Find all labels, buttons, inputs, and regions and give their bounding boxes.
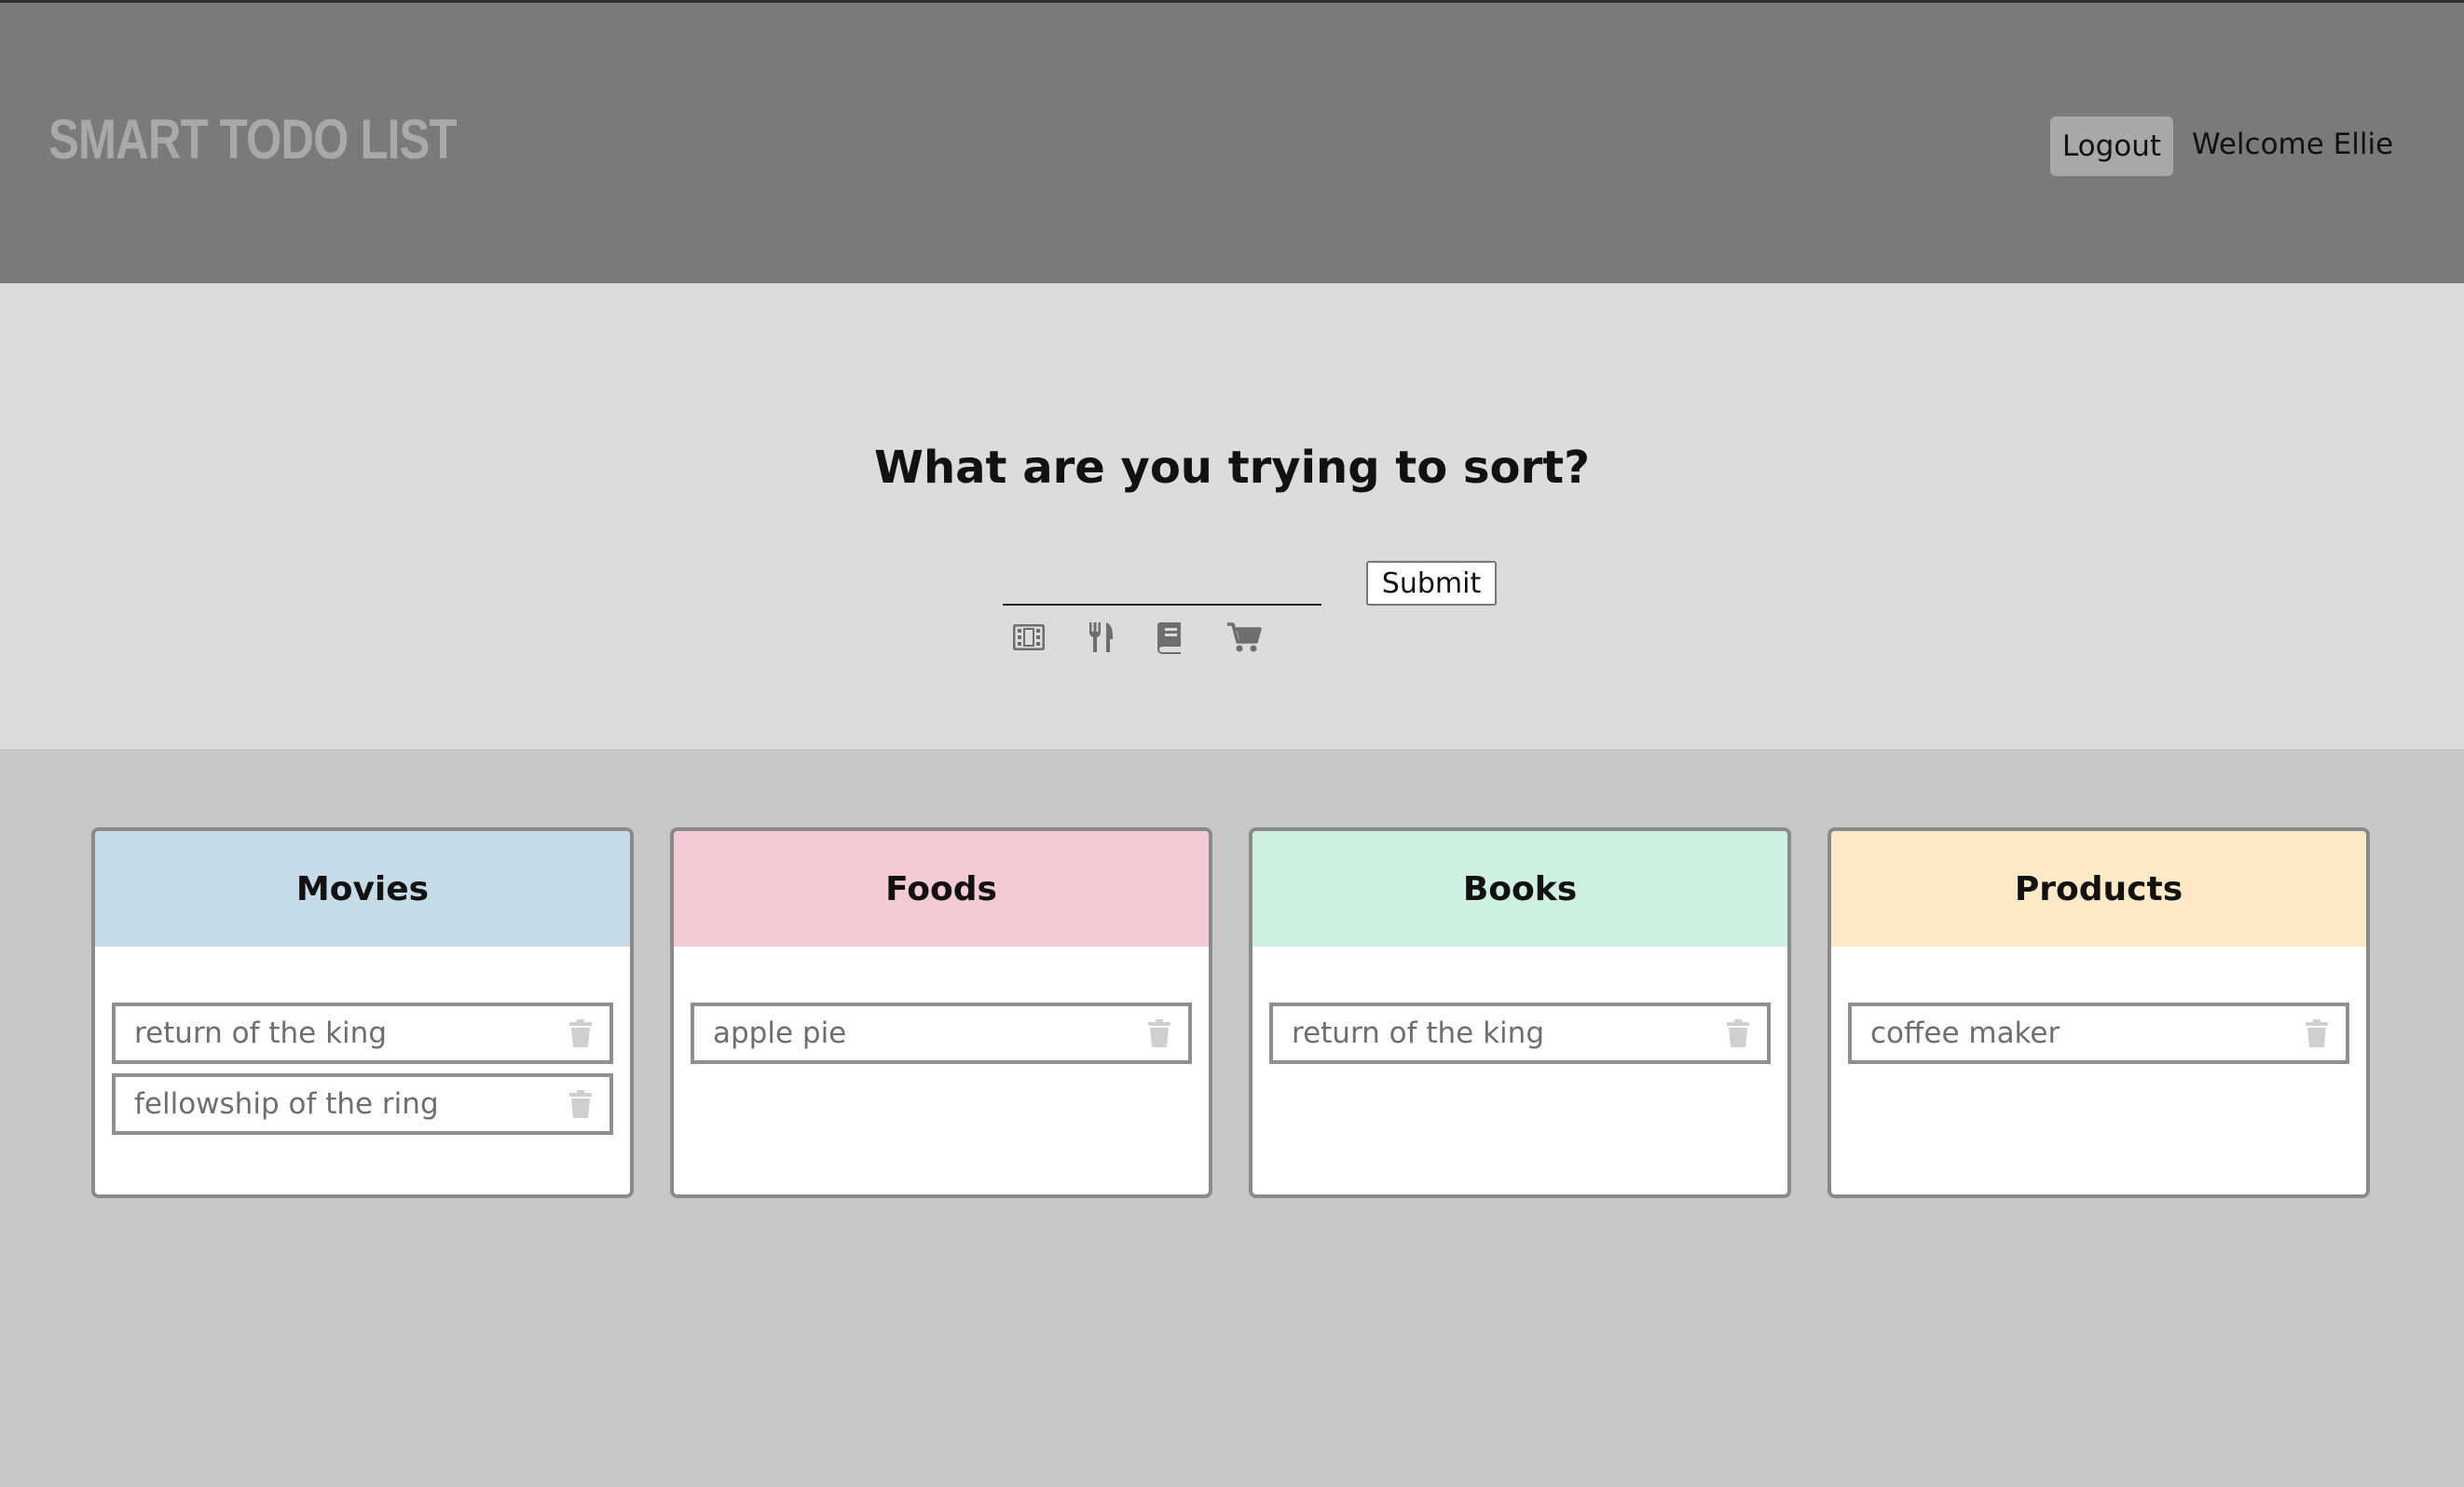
list-item-text: fellowship of the ring [134,1087,439,1121]
list-item-text: coffee maker [1870,1016,2060,1050]
sort-section: What are you trying to sort? Submit [0,283,2464,749]
category-title: Foods [674,831,1209,947]
list-item[interactable]: fellowship of the ring [112,1073,613,1135]
submit-button[interactable]: Submit [1366,561,1497,606]
sort-heading: What are you trying to sort? [874,442,1590,494]
category-title: Products [1831,831,2366,947]
trash-icon[interactable] [1147,1018,1171,1048]
category-list: apple pie [674,947,1209,1064]
category-list: return of the king [1253,947,1787,1064]
trash-icon[interactable] [1726,1018,1750,1048]
category-card-products: Products coffee maker [1827,827,2370,1198]
list-item-text: apple pie [713,1016,847,1050]
item-input[interactable] [1003,540,1321,606]
category-board: Movies return of the king fellowship of … [0,749,2464,1487]
category-title: Movies [95,831,630,947]
welcome-message: Welcome Ellie [2192,128,2394,161]
list-item[interactable]: return of the king [112,1003,613,1064]
list-item[interactable]: coffee maker [1848,1003,2349,1064]
category-list: coffee maker [1831,947,2366,1064]
list-item[interactable]: apple pie [691,1003,1192,1064]
trash-icon[interactable] [568,1018,593,1048]
category-list: return of the king fellowship of the rin… [95,947,630,1135]
logout-button[interactable]: Logout [2050,116,2173,176]
category-card-books: Books return of the king [1249,827,1791,1198]
shopping-cart-icon[interactable] [1225,619,1263,656]
trash-icon[interactable] [568,1089,593,1119]
list-item-text: return of the king [1292,1016,1544,1050]
list-item[interactable]: return of the king [1269,1003,1771,1064]
category-title: Books [1253,831,1787,947]
book-icon[interactable] [1152,619,1189,656]
film-icon[interactable] [1010,619,1047,656]
category-card-foods: Foods apple pie [670,827,1212,1198]
utensils-icon[interactable] [1082,619,1119,656]
trash-icon[interactable] [2305,1018,2329,1048]
top-bar: SMART TODO LIST Logout Welcome Ellie [0,0,2464,283]
app-logo[interactable]: SMART TODO LIST [48,107,458,171]
category-card-movies: Movies return of the king fellowship of … [91,827,634,1198]
list-item-text: return of the king [134,1016,387,1050]
